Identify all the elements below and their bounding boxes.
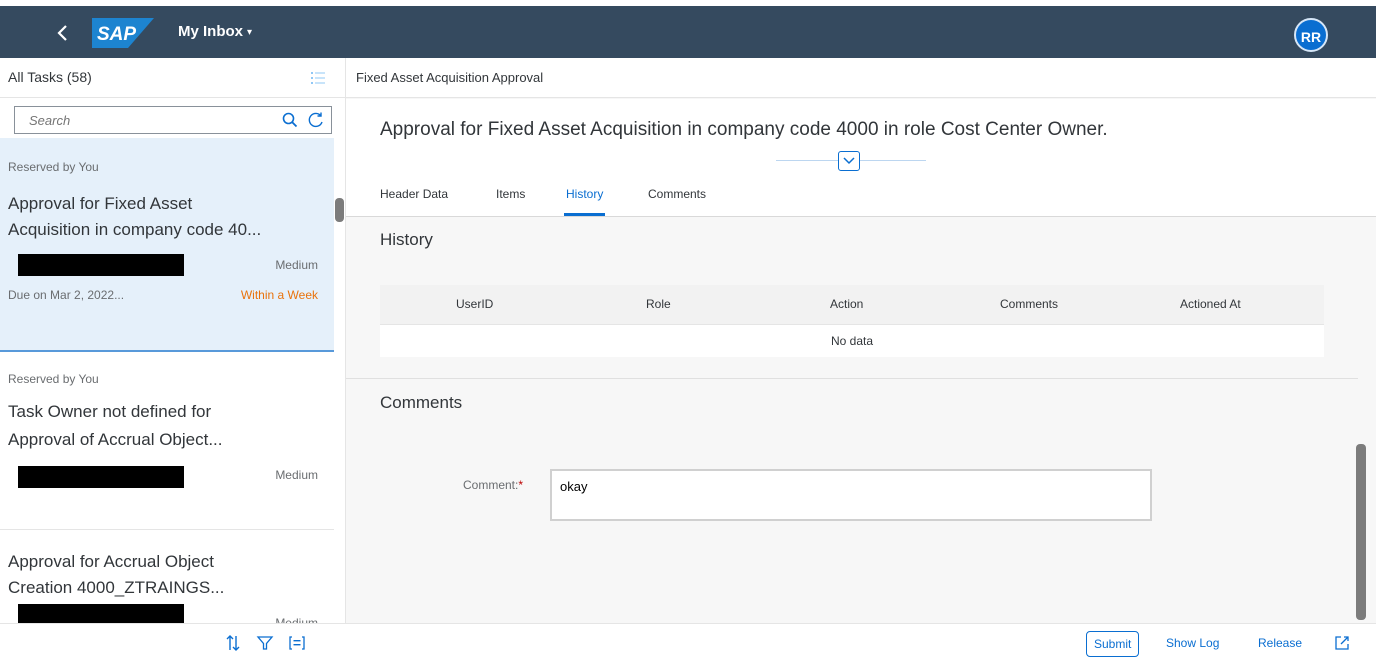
- chevron-down-icon: [843, 157, 855, 165]
- task-list-title: All Tasks (58): [8, 69, 92, 85]
- detail-top-bar: Fixed Asset Acquisition Approval: [346, 58, 1376, 98]
- chevron-down-icon: ▾: [247, 27, 253, 38]
- comment-textarea[interactable]: [550, 469, 1152, 521]
- task-title-line2: Creation 4000_ZTRAINGS...: [8, 578, 225, 597]
- due-date: Due on Mar 2, 2022...: [8, 288, 125, 302]
- app-title: My Inbox: [178, 23, 244, 40]
- chevron-left-icon: [57, 25, 67, 41]
- task-title-line1: Task Owner not defined for: [8, 402, 212, 421]
- app-title-menu[interactable]: My Inbox ▾: [178, 20, 252, 45]
- task-list-item[interactable]: Approval for Accrual Object Creation 400…: [0, 532, 334, 624]
- search-icon[interactable]: [281, 111, 299, 129]
- table-header: UserID Role Action Comments Actioned At: [380, 285, 1324, 325]
- task-list-footer: [0, 623, 346, 661]
- list-scrollbar[interactable]: [335, 198, 344, 222]
- redacted-text: [18, 466, 184, 488]
- due-status: Within a Week: [240, 288, 318, 302]
- task-title-line2: Acquisition in company code 40...: [8, 220, 262, 239]
- task-list-header: All Tasks (58): [0, 58, 346, 98]
- comments-heading: Comments: [380, 393, 463, 412]
- priority-label: Medium: [275, 468, 318, 482]
- shell-bar: SAP My Inbox ▾ RR: [0, 0, 1376, 58]
- reserved-label: Reserved by You: [8, 372, 99, 386]
- column-header-comments: Comments: [1000, 297, 1059, 311]
- object-header: Approval for Fixed Asset Acquisition in …: [346, 99, 1376, 217]
- task-list-item[interactable]: Reserved by You Task Owner not defined f…: [0, 354, 334, 530]
- column-header-userid: UserID: [456, 297, 494, 311]
- task-detail-panel: Fixed Asset Acquisition Approval Approva…: [346, 58, 1376, 661]
- detail-scrollbar[interactable]: [1356, 444, 1366, 620]
- task-title-line2: Approval of Accrual Object...: [8, 430, 223, 449]
- collapse-header-button[interactable]: [838, 151, 860, 171]
- share-icon[interactable]: [1334, 635, 1350, 651]
- task-title-line1: Approval for Fixed Asset: [8, 194, 193, 213]
- back-button[interactable]: [50, 20, 76, 46]
- comment-label: Comment:*: [463, 478, 523, 492]
- column-header-action: Action: [830, 297, 864, 311]
- submit-button[interactable]: Submit: [1086, 631, 1140, 657]
- release-button[interactable]: Release: [1256, 631, 1304, 657]
- detail-footer-toolbar: Submit Show Log Release: [346, 623, 1376, 661]
- reserved-label: Reserved by You: [8, 160, 99, 174]
- search-input[interactable]: [15, 107, 265, 133]
- show-log-button[interactable]: Show Log: [1164, 631, 1221, 657]
- sap-logo-text: SAP: [97, 24, 136, 45]
- filter-icon[interactable]: [256, 634, 274, 652]
- user-avatar[interactable]: RR: [1294, 18, 1328, 52]
- section-divider: [346, 378, 1358, 379]
- table-row: No data: [380, 325, 1324, 357]
- sap-logo[interactable]: SAP: [92, 18, 154, 48]
- sort-icon[interactable]: [224, 634, 242, 652]
- group-icon[interactable]: [288, 634, 306, 652]
- column-header-role: Role: [646, 297, 671, 311]
- redacted-text: [18, 604, 184, 624]
- column-header-actioned-at: Actioned At: [1180, 297, 1241, 311]
- task-list-item[interactable]: Reserved by You Approval for Fixed Asset…: [0, 138, 334, 352]
- redacted-text: [18, 254, 184, 276]
- multi-select-icon[interactable]: [310, 70, 326, 86]
- object-title: Approval for Fixed Asset Acquisition in …: [380, 119, 1108, 140]
- tab-history[interactable]: History: [563, 187, 606, 216]
- task-title-line1: Approval for Accrual Object: [8, 552, 214, 571]
- header-divider: [776, 160, 838, 161]
- detail-title: Fixed Asset Acquisition Approval: [356, 70, 544, 85]
- history-heading: History: [380, 230, 433, 249]
- no-data-text: No data: [830, 334, 874, 348]
- tab-header-data[interactable]: Header Data: [380, 187, 448, 201]
- required-marker: *: [518, 478, 524, 492]
- search-field[interactable]: [14, 106, 332, 134]
- tab-comments[interactable]: Comments: [648, 187, 706, 201]
- comment-label-text: Comment:: [463, 478, 519, 492]
- task-list-panel: All Tasks (58) Reserved by You Approval …: [0, 58, 346, 661]
- refresh-icon[interactable]: [307, 111, 325, 129]
- header-divider: [860, 160, 926, 161]
- priority-label: Medium: [275, 258, 318, 272]
- tab-items[interactable]: Items: [496, 187, 525, 201]
